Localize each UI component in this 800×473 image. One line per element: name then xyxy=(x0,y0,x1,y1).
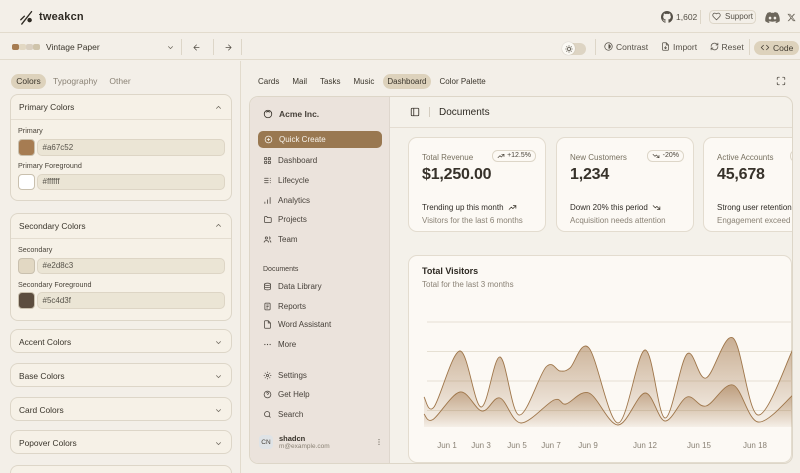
svg-text:Jun 9: Jun 9 xyxy=(578,441,598,450)
svg-text:Jun 7: Jun 7 xyxy=(541,441,561,450)
svg-text:Jun 15: Jun 15 xyxy=(687,441,712,450)
svg-text:Jun 3: Jun 3 xyxy=(471,441,491,450)
svg-text:Jun 18: Jun 18 xyxy=(743,441,768,450)
svg-text:Jun 5: Jun 5 xyxy=(507,441,527,450)
svg-text:Jun 12: Jun 12 xyxy=(633,441,658,450)
svg-text:Jun 1: Jun 1 xyxy=(437,441,457,450)
